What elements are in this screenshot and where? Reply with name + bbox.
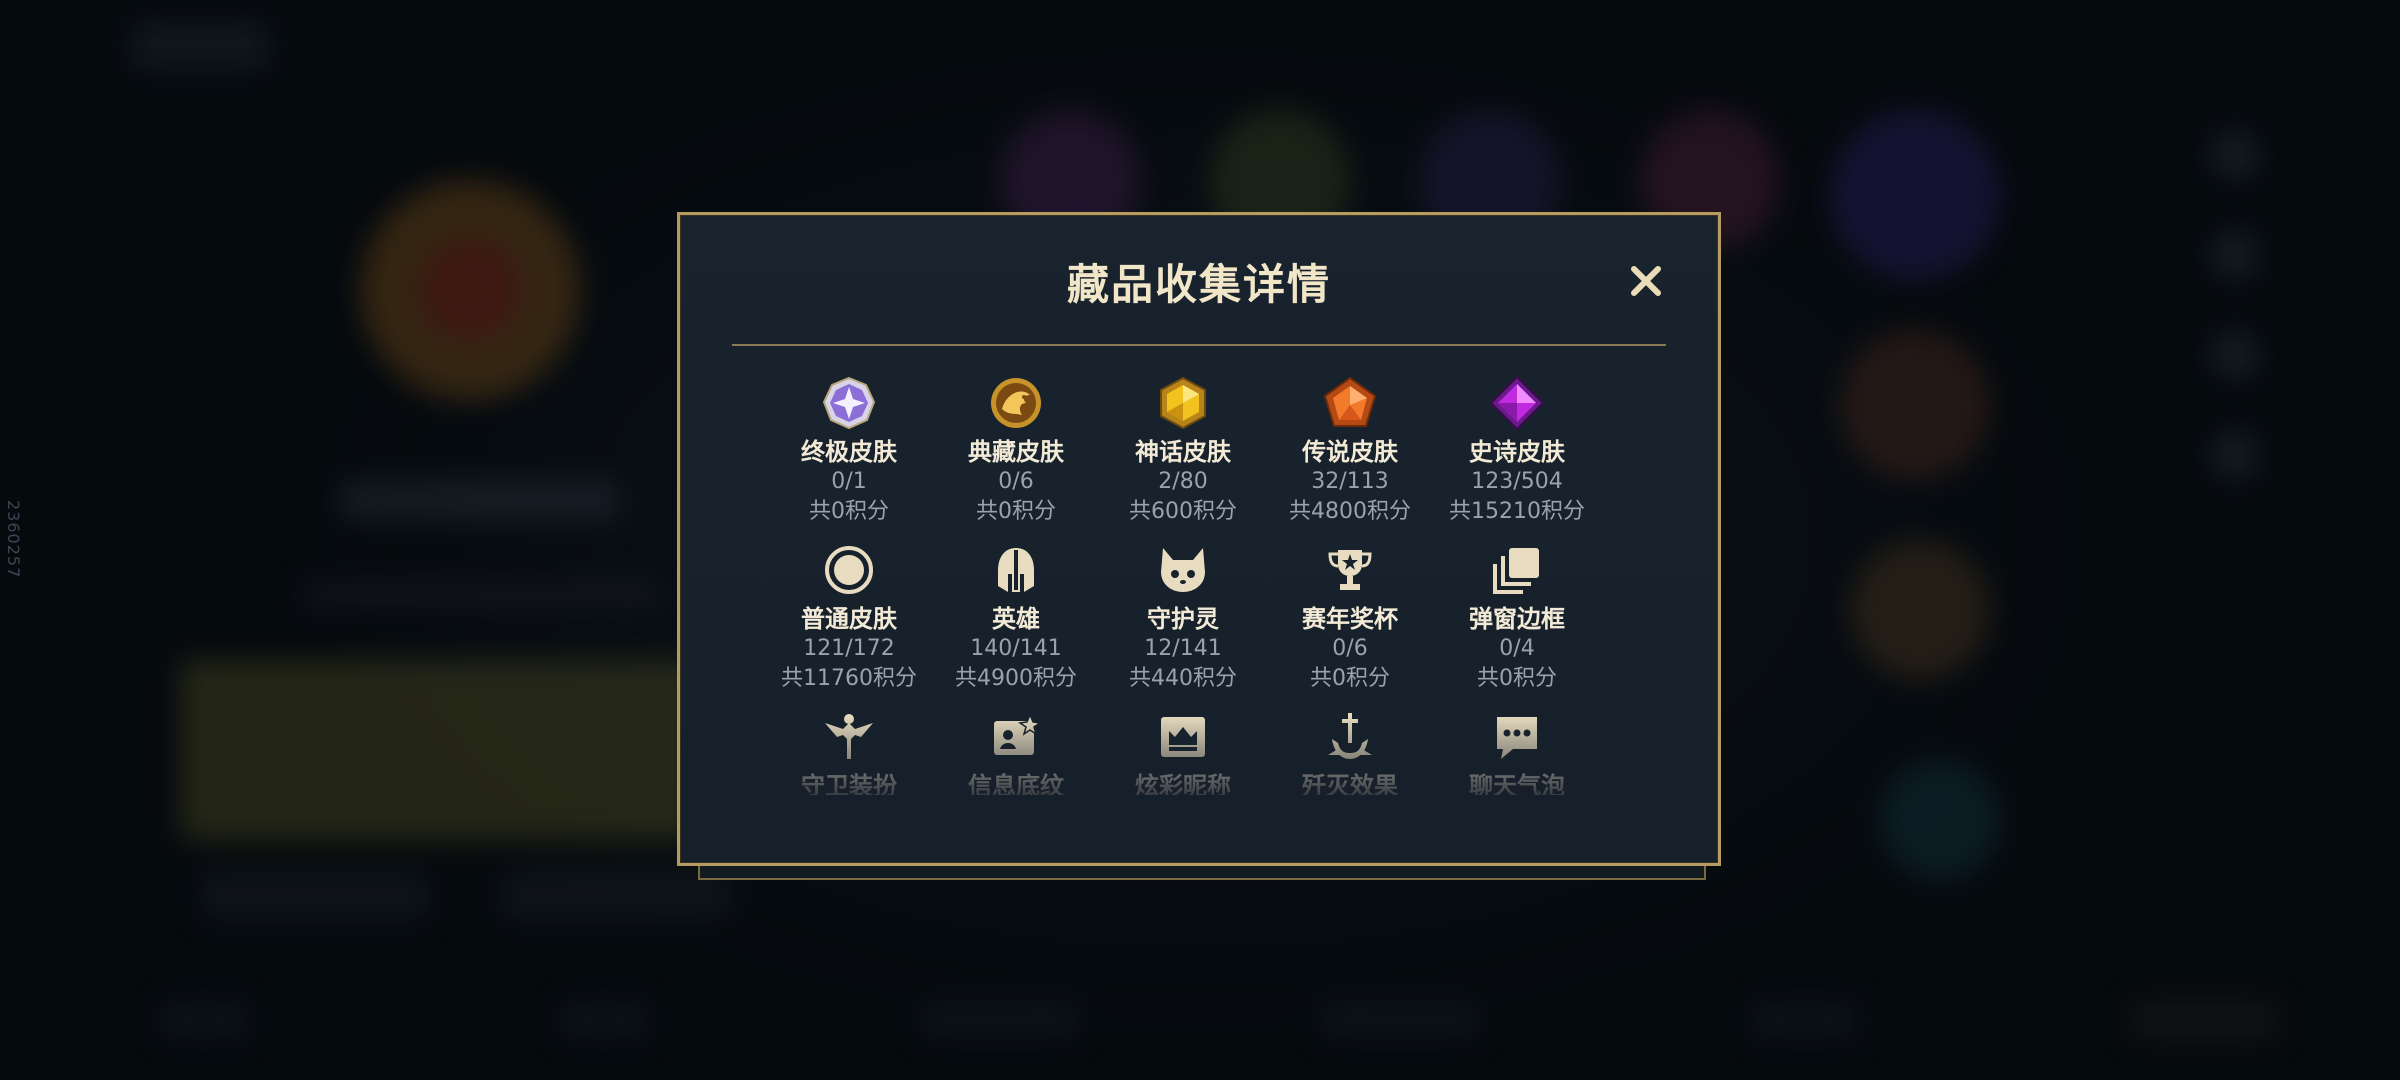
item-points: 共0积分 [1477,666,1557,691]
chat-bubble-icon [1497,717,1537,759]
item-name: 终极皮肤 [801,438,897,466]
collection-item-ultimate-skin[interactable]: 终极皮肤 0/1 共0积分 [766,375,932,535]
item-count: 0/4 [1499,636,1535,661]
item-points: 共4900积分 [955,666,1077,691]
guardian-spirit-icon [1161,548,1205,592]
item-count: 2/80 [1158,469,1208,494]
item-points: 共440积分 [1129,666,1237,691]
colorful-nickname-icon [1161,717,1205,757]
item-points: 共0积分 [809,499,889,524]
item-count: 121/172 [803,636,895,661]
collection-item-kill-effect[interactable]: 歼灭效果 [1267,709,1433,795]
item-name: 典藏皮肤 [968,438,1064,466]
collection-item-normal-skin[interactable]: 普通皮肤 121/172 共11760积分 [766,542,932,702]
collection-item-champion[interactable]: 英雄 140/141 共4900积分 [933,542,1099,702]
item-name: 炫彩昵称 [1135,772,1231,795]
collection-details-dialog: 藏品收集详情 终极皮肤 0/1 共0积分 典藏皮肤 0/6 共0积分 神话皮肤 … [677,212,1721,866]
dialog-title: 藏品收集详情 [1066,260,1331,309]
item-points: 共0积分 [976,499,1056,524]
screen: 2360257 藏品收集详情 终极皮肤 0/1 共0积分 典藏皮肤 0/6 共0… [0,0,2400,1080]
item-name: 英雄 [992,605,1040,633]
item-points: 共15210积分 [1449,499,1585,524]
item-name: 歼灭效果 [1302,772,1398,795]
collection-item-guardian[interactable]: 守护灵 12/141 共440积分 [1100,542,1266,702]
collection-item-ward-skin[interactable]: 守卫装扮 [766,709,932,795]
collection-item-legendary-skin[interactable]: 传说皮肤 32/113 共4800积分 [1267,375,1433,535]
item-points: 共0积分 [1310,666,1390,691]
ward-skin-icon [825,714,873,759]
close-icon[interactable] [1624,259,1668,303]
item-count: 0/1 [831,469,867,494]
epic-skin-gem-icon [1489,375,1545,431]
normal-skin-ring-icon [825,546,873,594]
item-name: 普通皮肤 [801,605,897,633]
item-name: 史诗皮肤 [1469,438,1565,466]
collection-item-colorful-nickname[interactable]: 炫彩昵称 [1100,709,1266,795]
collection-item-info-card-background[interactable]: 信息底纹 [933,709,1099,795]
item-count: 0/6 [998,469,1034,494]
item-count: 32/113 [1311,469,1389,494]
title-divider [732,344,1666,346]
collection-item-epic-skin[interactable]: 史诗皮肤 123/504 共15210积分 [1434,375,1600,535]
mythic-skin-gem-icon [1160,376,1206,430]
item-name: 赛年奖杯 [1302,605,1398,633]
collection-item-season-trophy[interactable]: 赛年奖杯 0/6 共0积分 [1267,542,1433,702]
item-points: 共11760积分 [781,666,917,691]
collection-item-popup-frame[interactable]: 弹窗边框 0/4 共0积分 [1434,542,1600,702]
ultimate-skin-gem-icon [822,376,876,430]
item-name: 传说皮肤 [1302,438,1398,466]
item-count: 140/141 [970,636,1062,661]
item-count: 123/504 [1471,469,1563,494]
item-points: 共600积分 [1129,499,1237,524]
item-count: 0/6 [1332,636,1368,661]
collection-item-chat-bubble[interactable]: 聊天气泡 [1434,709,1600,795]
item-name: 守护灵 [1147,605,1219,633]
prestige-skin-dragon-icon [991,378,1041,428]
season-trophy-icon [1328,550,1372,590]
info-card-background-icon [994,713,1043,755]
champion-helmet-icon [998,548,1034,592]
item-name: 弹窗边框 [1469,605,1565,633]
item-name: 信息底纹 [968,772,1064,795]
item-name: 守卫装扮 [801,772,897,795]
collection-item-prestige-skin[interactable]: 典藏皮肤 0/6 共0积分 [933,375,1099,535]
kill-effect-icon [1328,713,1372,759]
close-button[interactable] [1624,259,1668,303]
collection-grid: 终极皮肤 0/1 共0积分 典藏皮肤 0/6 共0积分 神话皮肤 2/80 共6… [766,375,1600,795]
popup-frame-icon [1493,548,1539,594]
collection-item-mythic-skin[interactable]: 神话皮肤 2/80 共600积分 [1100,375,1266,535]
item-name: 聊天气泡 [1469,772,1565,795]
item-count: 12/141 [1144,636,1222,661]
item-points: 共4800积分 [1289,499,1411,524]
legendary-skin-gem-icon [1323,376,1377,427]
item-name: 神话皮肤 [1135,438,1231,466]
player-id-vertical: 2360257 [4,500,23,579]
